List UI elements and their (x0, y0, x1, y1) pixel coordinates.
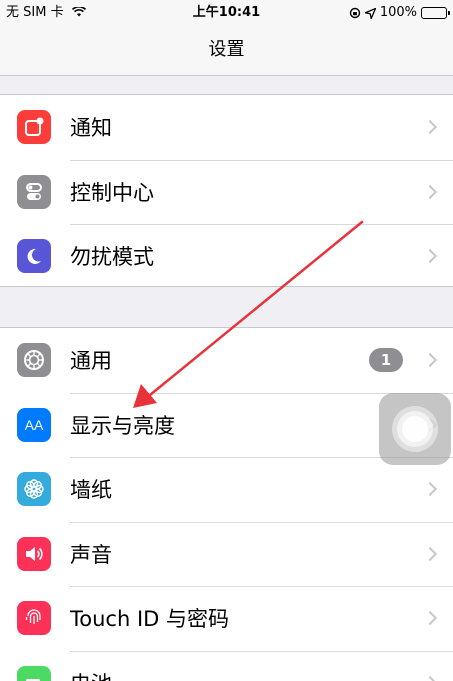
gear-icon (17, 343, 51, 378)
settings-row-label: 墙纸 (70, 478, 112, 503)
page-title: 设置 (208, 39, 245, 60)
moon-icon (17, 239, 51, 274)
speaker-icon (17, 536, 51, 571)
notifications-icon (17, 110, 51, 145)
settings-row-label: Touch ID 与密码 (70, 607, 229, 632)
update-badge: 1 (369, 348, 403, 373)
rotation-lock-icon (349, 7, 361, 19)
status-right: 100% (349, 0, 450, 26)
settings-row-battery[interactable]: 电池 (0, 650, 453, 681)
assistive-touch-button[interactable] (379, 393, 451, 465)
settings-row-label: 勿扰模式 (70, 245, 154, 270)
settings-row-sounds[interactable]: 声音 (0, 521, 453, 587)
battery-percent: 100% (379, 5, 417, 20)
settings-row-label: 显示与亮度 (70, 413, 175, 438)
battery-icon (17, 665, 51, 681)
settings-row-label: 声音 (70, 542, 112, 567)
wallpaper-flower-icon (17, 472, 51, 507)
fingerprint-icon (17, 601, 51, 636)
status-bar: 无 SIM 卡 上午10:41 100% (0, 0, 453, 26)
settings-row-general[interactable]: 通用 1 (0, 328, 453, 393)
settings-group-2: 通用 1 AA 显示与亮度 墙纸 声音 Touch ID 与密码 (0, 327, 453, 681)
settings-row-label: 电池 (70, 668, 112, 681)
location-icon (364, 7, 376, 19)
settings-group-1: 通知 控制中心 勿扰模式 (0, 94, 453, 287)
settings-row-wallpaper[interactable]: 墙纸 (0, 457, 453, 522)
settings-row-do-not-disturb[interactable]: 勿扰模式 (0, 224, 453, 289)
settings-row-touch-id[interactable]: Touch ID 与密码 (0, 586, 453, 651)
display-icon-text: AA (24, 416, 44, 433)
battery-icon (421, 7, 450, 19)
settings-row-label: 控制中心 (70, 180, 154, 205)
nav-bar: 设置 (0, 26, 453, 76)
control-center-icon (17, 174, 51, 209)
settings-row-label: 通知 (70, 116, 112, 141)
settings-row-control-center[interactable]: 控制中心 (0, 159, 453, 225)
settings-row-notifications[interactable]: 通知 (0, 95, 453, 160)
display-brightness-icon: AA (17, 407, 51, 442)
settings-row-label: 通用 (70, 349, 112, 374)
